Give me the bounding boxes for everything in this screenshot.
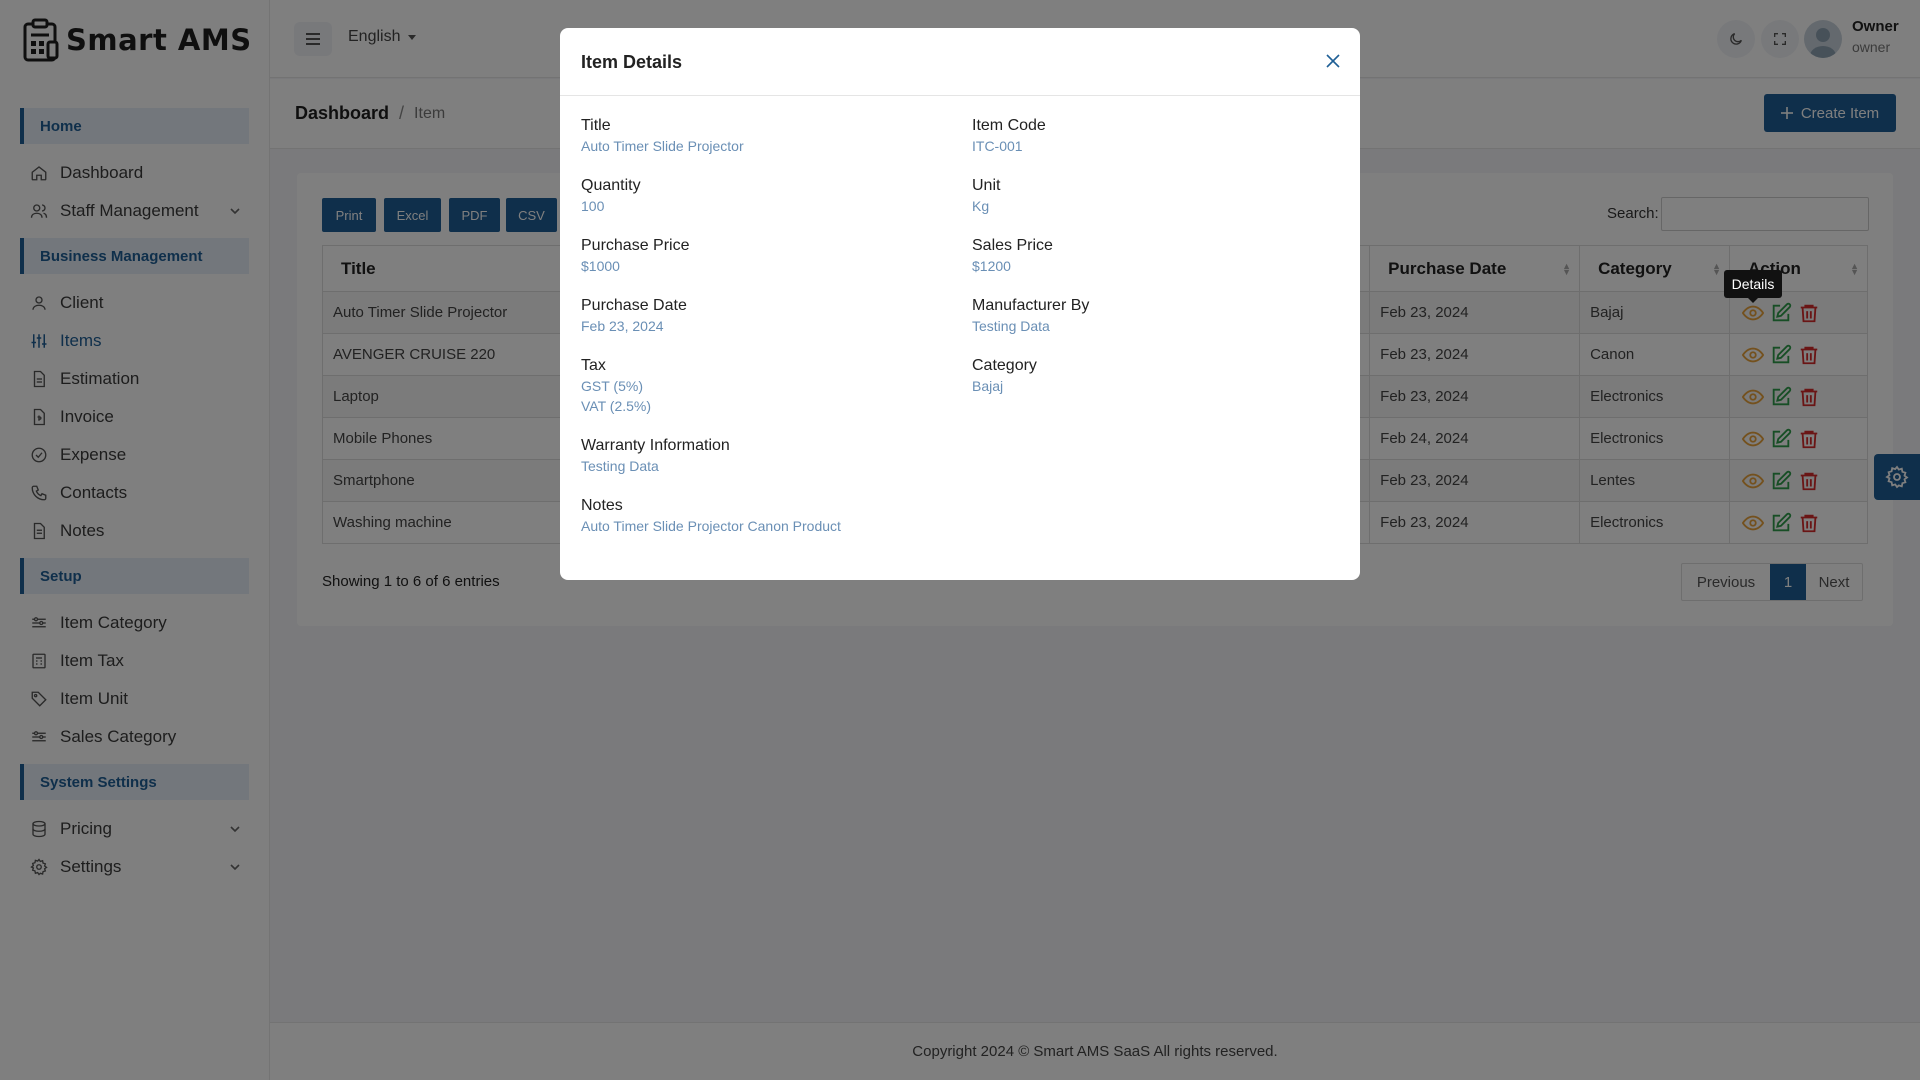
detail-label: Category [972,357,1037,374]
modal-title: Item Details [581,52,683,72]
detail-label: Unit [972,177,1001,194]
detail-label: Title [581,117,611,134]
detail-label: Purchase Price [581,237,690,254]
detail-label: Item Code [972,117,1046,134]
detail-label: Purchase Date [581,297,687,314]
detail-field-title: Title Auto Timer Slide Projector [581,116,941,156]
detail-value: Testing Data [581,458,659,474]
detail-value: GST (5%) [581,378,643,394]
close-icon[interactable] [1324,52,1342,70]
detail-label: Notes [581,497,623,514]
modal-right-column: Item Code ITC-001 Unit Kg Sales Price $1200 Ma… [972,116,1332,416]
detail-value: Auto Timer Slide Projector [581,138,744,154]
detail-field-notes: Notes Auto Timer Slide Projector Canon Pr… [581,496,941,536]
item-details-modal: Item Details Title Auto Timer Slide Proje… [560,28,1360,580]
detail-field-purchase-price: Purchase Price $1000 [581,236,941,276]
detail-value: VAT (2.5%) [581,398,652,414]
detail-value: Testing Data [972,318,1050,334]
detail-field-item-code: Item Code ITC-001 [972,116,1332,156]
detail-value: 100 [581,198,605,214]
detail-value: Feb 23, 2024 [581,318,664,334]
detail-field-tax: Tax GST (5%) VAT (2.5%) [581,356,941,416]
modal-header: Item Details [560,28,1360,96]
detail-field-category: Category Bajaj [972,356,1332,396]
detail-label: Sales Price [972,237,1053,254]
detail-value: $1000 [581,258,620,274]
modal-left-column: Title Auto Timer Slide Projector Quantity 1… [581,116,941,556]
detail-field-sales-price: Sales Price $1200 [972,236,1332,276]
detail-value: Kg [972,198,990,214]
detail-label: Quantity [581,177,641,194]
detail-field-unit: Unit Kg [972,176,1332,216]
detail-value: Auto Timer Slide Projector Canon Product [581,518,841,534]
detail-field-manufacturer-by: Manufacturer By Testing Data [972,296,1332,336]
details-tooltip: Details [1724,270,1782,303]
detail-field-warranty-information: Warranty Information Testing Data [581,436,941,476]
detail-field-purchase-date: Purchase Date Feb 23, 2024 [581,296,941,336]
detail-value: Bajaj [972,378,1004,394]
detail-field-quantity: Quantity 100 [581,176,941,216]
detail-label: Manufacturer By [972,297,1090,314]
detail-label: Tax [581,357,606,374]
detail-value: $1200 [972,258,1011,274]
detail-label: Warranty Information [581,437,730,454]
detail-value: ITC-001 [972,138,1023,154]
